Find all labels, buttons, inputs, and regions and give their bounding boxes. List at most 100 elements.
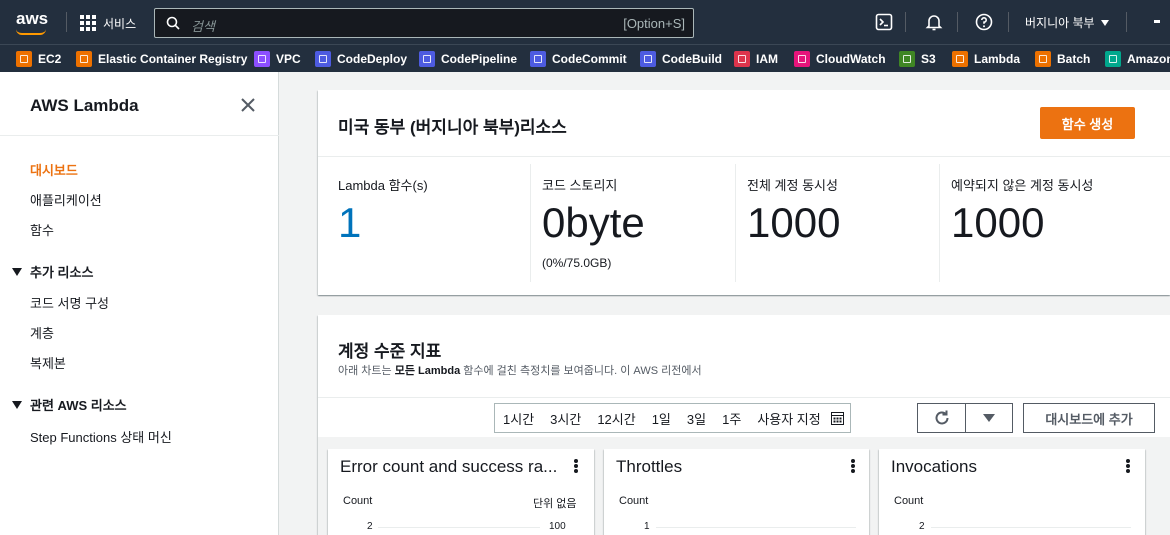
ec2-icon bbox=[16, 51, 32, 67]
favorite-label: Batch bbox=[1057, 52, 1091, 66]
range-3h[interactable]: 3시간 bbox=[544, 409, 587, 428]
more-options-icon[interactable] bbox=[574, 459, 578, 473]
aws-logo[interactable]: aws bbox=[16, 9, 48, 29]
y-axis-label: Count bbox=[894, 495, 924, 507]
sidebar-item-step-functions[interactable]: Step Functions 상태 머신 bbox=[30, 427, 172, 446]
favorite-label: IAM bbox=[756, 52, 778, 66]
favorite-label: CloudWatch bbox=[816, 52, 886, 66]
metric-value: 1000 bbox=[951, 199, 1045, 246]
panel-divider bbox=[318, 156, 1170, 157]
range-12h[interactable]: 12시간 bbox=[591, 409, 641, 428]
refresh-button[interactable] bbox=[917, 403, 966, 433]
metric-divider bbox=[735, 164, 736, 282]
metric-subvalue: (0%/75.0GB) bbox=[542, 256, 612, 270]
favorite-batch[interactable]: Batch bbox=[1035, 51, 1090, 67]
range-3d[interactable]: 3일 bbox=[681, 409, 712, 428]
lambda-icon bbox=[952, 51, 968, 67]
nav-divider bbox=[1126, 12, 1127, 32]
sidebar-item-applications[interactable]: 애플리케이션 bbox=[30, 190, 102, 209]
codebuild-icon bbox=[640, 51, 656, 67]
notifications-icon[interactable] bbox=[925, 13, 943, 31]
favorite-s3[interactable]: S3 bbox=[899, 51, 936, 67]
iam-icon bbox=[734, 51, 750, 67]
region-selector[interactable]: 버지니아 북부 bbox=[1025, 14, 1109, 31]
function-count-link[interactable]: 1 bbox=[338, 199, 361, 247]
favorite-iam[interactable]: IAM bbox=[734, 51, 778, 67]
services-grid-icon bbox=[80, 15, 96, 31]
favorite-codepipeline[interactable]: CodePipeline bbox=[419, 51, 517, 67]
calendar-icon[interactable] bbox=[830, 411, 844, 425]
favorite-codedeploy[interactable]: CodeDeploy bbox=[315, 51, 407, 67]
favorite-codecommit[interactable]: CodeCommit bbox=[530, 51, 627, 67]
range-custom[interactable]: 사용자 지정 bbox=[751, 409, 826, 428]
favorite-label: CodeBuild bbox=[662, 52, 722, 66]
codedeploy-icon bbox=[315, 51, 331, 67]
services-menu-button[interactable]: 서비스 bbox=[80, 13, 136, 33]
metric-label: Lambda 함수(s) bbox=[338, 178, 428, 193]
favorite-label: VPC bbox=[276, 52, 301, 66]
refresh-options-dropdown[interactable] bbox=[965, 403, 1013, 433]
add-to-dashboard-button[interactable]: 대시보드에 추가 bbox=[1023, 403, 1155, 433]
sidebar-item-code-signing[interactable]: 코드 서명 구성 bbox=[30, 293, 109, 312]
account-menu[interactable] bbox=[1154, 20, 1160, 23]
top-navigation: aws 서비스 검색 [Option+S] 버지니아 북부 bbox=[0, 0, 1170, 44]
y-tick-left: 2 bbox=[367, 521, 373, 532]
favorite-codebuild[interactable]: CodeBuild bbox=[640, 51, 722, 67]
favorite-lambda[interactable]: Lambda bbox=[952, 51, 1020, 67]
favorite-amazon[interactable]: Amazon bbox=[1105, 51, 1170, 67]
panel-divider bbox=[318, 397, 1170, 398]
metric-label: 예약되지 않은 계정 동시성 bbox=[951, 178, 1094, 193]
s3-icon bbox=[899, 51, 915, 67]
metric-label: 전체 계정 동시성 bbox=[747, 178, 838, 193]
widget-throttles: Throttles Count 1 bbox=[604, 449, 869, 535]
favorites-bar: EC2 Elastic Container Registry VPC CodeD… bbox=[0, 44, 1170, 72]
nav-divider bbox=[1008, 12, 1009, 32]
range-1h[interactable]: 1시간 bbox=[497, 409, 540, 428]
caret-down-icon bbox=[12, 267, 22, 276]
favorite-label: CodeDeploy bbox=[337, 52, 408, 66]
close-icon[interactable] bbox=[240, 97, 256, 113]
y-tick-left: 1 bbox=[644, 521, 650, 532]
y-axis-label: Count bbox=[343, 495, 373, 507]
cloudwatch-icon bbox=[794, 51, 810, 67]
widget-title: Throttles bbox=[616, 457, 683, 476]
services-label: 서비스 bbox=[103, 16, 137, 31]
range-1d[interactable]: 1일 bbox=[646, 409, 677, 428]
sidebar: AWS Lambda 대시보드 애플리케이션 함수 추가 리소스 코드 서명 구… bbox=[0, 72, 279, 535]
metric-divider bbox=[530, 164, 531, 282]
section-label: 추가 리소스 bbox=[30, 265, 94, 280]
nav-divider bbox=[957, 12, 958, 32]
favorite-ecr[interactable]: Elastic Container Registry bbox=[76, 51, 247, 67]
account-metrics-description: 아래 차트는 모든 Lambda 함수에 걸친 측정치를 보여줍니다. 이 AW… bbox=[338, 365, 702, 377]
sidebar-section-additional-resources[interactable]: 추가 리소스 bbox=[12, 262, 93, 281]
help-icon[interactable] bbox=[975, 13, 993, 31]
favorite-label: Elastic Container Registry bbox=[98, 52, 248, 66]
sidebar-divider bbox=[0, 135, 279, 136]
sidebar-section-related-resources[interactable]: 관련 AWS 리소스 bbox=[12, 395, 127, 414]
sidebar-title: AWS Lambda bbox=[30, 96, 139, 115]
widget-title: Error count and success ra... bbox=[340, 457, 558, 476]
range-1w[interactable]: 1주 bbox=[716, 409, 747, 428]
cloudshell-icon[interactable] bbox=[875, 13, 893, 31]
sidebar-item-functions[interactable]: 함수 bbox=[30, 220, 54, 239]
search-shortcut: [Option+S] bbox=[623, 16, 685, 31]
favorite-label: EC2 bbox=[38, 52, 62, 66]
caret-down-icon bbox=[983, 414, 995, 422]
widget-title: Invocations bbox=[891, 457, 977, 476]
favorite-label: CodeCommit bbox=[552, 52, 627, 66]
favorite-cloudwatch[interactable]: CloudWatch bbox=[794, 51, 886, 67]
caret-down-icon bbox=[1100, 19, 1109, 26]
more-options-icon[interactable] bbox=[851, 459, 855, 473]
more-options-icon[interactable] bbox=[1126, 459, 1130, 473]
sidebar-item-replicas[interactable]: 복제본 bbox=[30, 353, 66, 372]
sidebar-item-dashboard[interactable]: 대시보드 bbox=[30, 160, 78, 179]
nav-divider bbox=[905, 12, 906, 32]
search-input[interactable]: 검색 [Option+S] bbox=[154, 8, 694, 38]
sidebar-item-layers[interactable]: 계층 bbox=[30, 323, 54, 342]
favorite-vpc[interactable]: VPC bbox=[254, 51, 301, 67]
y-tick-left: 2 bbox=[919, 521, 925, 532]
favorite-ec2[interactable]: EC2 bbox=[16, 51, 61, 67]
y-axis-right-label: 단위 없음 bbox=[533, 498, 577, 510]
caret-down-icon bbox=[12, 400, 22, 409]
create-function-button[interactable]: 함수 생성 bbox=[1040, 107, 1135, 139]
